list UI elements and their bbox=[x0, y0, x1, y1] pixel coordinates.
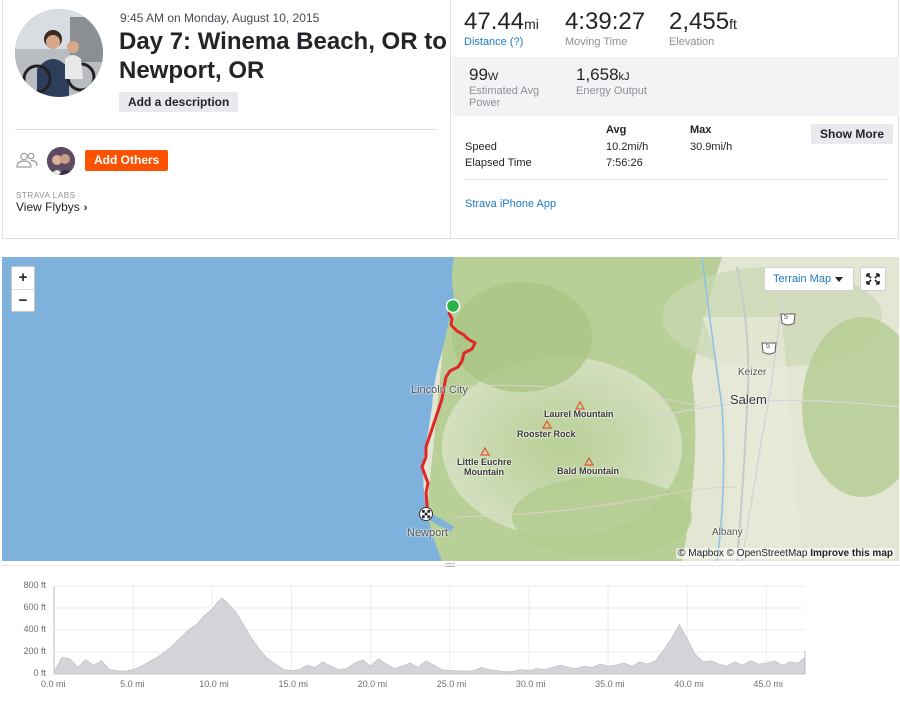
activity-summary: 9:45 AM on Monday, August 10, 2015 Day 7… bbox=[3, 0, 451, 238]
add-description-button[interactable]: Add a description bbox=[119, 92, 239, 112]
power-stat: 99W Estimated Avg Power bbox=[469, 65, 559, 109]
improve-map-link[interactable]: Improve this map bbox=[810, 548, 893, 559]
salem-label: Salem bbox=[730, 392, 767, 407]
x-tick-label: 45.0 mi bbox=[753, 679, 783, 689]
x-tick-label: 35.0 mi bbox=[595, 679, 625, 689]
strava-iphone-app-link[interactable]: Strava iPhone App bbox=[465, 198, 556, 210]
distance-value: 47.44 bbox=[464, 8, 525, 35]
activity-date: 9:45 AM on Monday, August 10, 2015 bbox=[120, 11, 320, 25]
elevation-plot bbox=[53, 585, 806, 675]
group-member-avatar[interactable] bbox=[47, 147, 75, 175]
resize-handle[interactable] bbox=[445, 563, 455, 567]
laurel-mountain-label: Laurel Mountain bbox=[544, 409, 614, 419]
elapsed-time-label: Elapsed Time bbox=[465, 157, 532, 169]
group-icon bbox=[16, 152, 38, 168]
map-terrain bbox=[2, 257, 899, 561]
keizer-label: Keizer bbox=[738, 367, 767, 378]
moving-time-value: 4:39:27 bbox=[565, 8, 646, 35]
elevation-value: 2,455 bbox=[669, 8, 730, 35]
elevation-stat: 2,455ft Elevation bbox=[669, 8, 737, 48]
x-tick-label: 10.0 mi bbox=[199, 679, 229, 689]
add-others-button[interactable]: Add Others bbox=[85, 150, 169, 171]
col-max-header: Max bbox=[690, 124, 712, 136]
energy-unit: kJ bbox=[618, 71, 630, 83]
x-tick-label: 20.0 mi bbox=[357, 679, 388, 689]
map-type-dropdown[interactable]: Terrain Map bbox=[764, 267, 854, 291]
y-tick-label: 400 ft bbox=[23, 624, 46, 634]
attribution-text[interactable]: © Mapbox © OpenStreetMap bbox=[678, 548, 807, 559]
distance-unit: mi bbox=[524, 16, 539, 32]
show-more-button[interactable]: Show More bbox=[811, 124, 894, 144]
speed-max: 30.9mi/h bbox=[690, 141, 733, 153]
lincoln-city-label: Lincoln City bbox=[411, 384, 468, 396]
x-tick-label: 30.0 mi bbox=[515, 679, 546, 689]
moving-time-label: Moving Time bbox=[565, 36, 628, 48]
x-tick-label: 40.0 mi bbox=[674, 679, 704, 689]
speed-label: Speed bbox=[465, 141, 497, 153]
distance-help-link[interactable]: Distance (?) bbox=[464, 36, 539, 48]
activity-title: Day 7: Winema Beach, OR to Newport, OR bbox=[119, 28, 447, 84]
chevron-right-icon: › bbox=[83, 202, 88, 214]
athlete-avatar[interactable] bbox=[15, 9, 103, 97]
highway-5-label: 5 bbox=[784, 314, 788, 321]
little-euchre-label-line2: Mountain bbox=[464, 467, 504, 477]
energy-label: Energy Output bbox=[576, 85, 647, 97]
energy-value: 1,658 bbox=[576, 65, 619, 84]
power-value: 99 bbox=[469, 65, 488, 84]
x-tick-label: 5.0 mi bbox=[120, 679, 145, 689]
highway-5-label: 5 bbox=[766, 343, 770, 350]
y-tick-label: 200 ft bbox=[23, 646, 46, 656]
start-marker[interactable] bbox=[445, 298, 461, 314]
caret-down-icon bbox=[835, 277, 843, 282]
speed-avg: 10.2mi/h bbox=[606, 141, 649, 153]
view-flybys-label: View Flybys bbox=[16, 200, 80, 214]
moving-time-stat: 4:39:27 Moving Time bbox=[565, 8, 645, 48]
y-tick-label: 600 ft bbox=[23, 602, 46, 612]
secondary-stats-band: 99W Estimated Avg Power 1,658kJ Energy O… bbox=[452, 57, 899, 116]
x-tick-label: 0.0 mi bbox=[41, 679, 66, 689]
energy-stat: 1,658kJ Energy Output bbox=[576, 65, 647, 97]
elapsed-time-avg: 7:56:26 bbox=[606, 157, 643, 169]
activity-header-card: 9:45 AM on Monday, August 10, 2015 Day 7… bbox=[2, 0, 899, 239]
finish-marker[interactable] bbox=[419, 507, 433, 521]
albany-label: Albany bbox=[712, 527, 743, 538]
map-type-label: Terrain Map bbox=[773, 273, 832, 285]
zoom-in-button[interactable]: + bbox=[12, 267, 34, 289]
fullscreen-icon bbox=[866, 273, 880, 285]
newport-label: Newport bbox=[407, 527, 448, 539]
elevation-unit: ft bbox=[729, 16, 737, 32]
power-unit: W bbox=[487, 71, 499, 83]
divider bbox=[464, 179, 887, 180]
route-map[interactable]: 5 5 Lincoln City Newport Laurel Mountain… bbox=[2, 257, 899, 561]
divider bbox=[15, 129, 437, 130]
elevation-area bbox=[53, 597, 806, 675]
elevation-chart[interactable] bbox=[0, 572, 900, 718]
y-tick-label: 800 ft bbox=[23, 580, 46, 590]
zoom-controls: + − bbox=[11, 266, 35, 312]
x-tick-label: 15.0 mi bbox=[278, 679, 308, 689]
map-attribution: © Mapbox © OpenStreetMap Improve this ma… bbox=[676, 548, 895, 559]
col-avg-header: Avg bbox=[606, 124, 627, 136]
bald-mountain-label: Bald Mountain bbox=[557, 466, 619, 476]
zoom-out-button[interactable]: − bbox=[12, 290, 34, 312]
elevation-label: Elevation bbox=[669, 36, 715, 48]
distance-stat: 47.44mi Distance (?) bbox=[464, 8, 539, 48]
strava-labs-label: STRAVA LABS bbox=[16, 191, 76, 200]
activity-stats: 47.44mi Distance (?) 4:39:27 Moving Time… bbox=[452, 0, 899, 238]
fullscreen-button[interactable] bbox=[860, 267, 886, 291]
rooster-rock-label: Rooster Rock bbox=[517, 429, 576, 439]
x-tick-label: 25.0 mi bbox=[436, 679, 467, 689]
view-flybys-link[interactable]: View Flybys › bbox=[16, 200, 87, 214]
little-euchre-label-line1: Little Euchre bbox=[457, 457, 512, 467]
y-tick-label: 0 ft bbox=[33, 668, 46, 678]
power-label: Estimated Avg Power bbox=[469, 85, 540, 109]
